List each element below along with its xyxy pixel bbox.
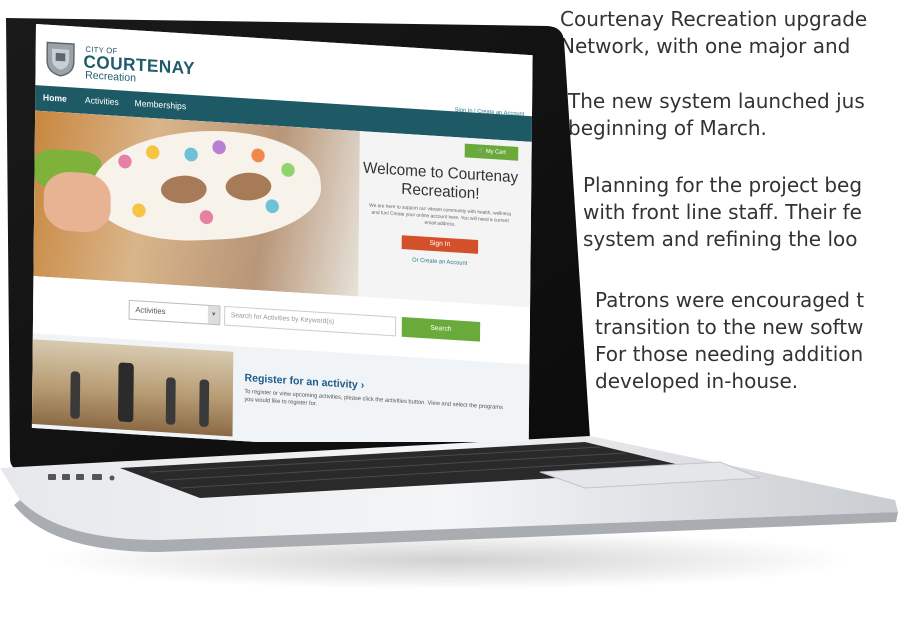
mask-sticker <box>183 147 199 162</box>
photo-hand <box>43 170 111 234</box>
photo-paper-mask <box>87 126 326 245</box>
website: CITY OF COURTENAY Recreation Sign In | C… <box>31 24 533 442</box>
photo-dancer <box>165 377 176 426</box>
category-select-value: Activities <box>135 305 166 316</box>
search-input[interactable]: Search for Activities by Keyword(s) <box>224 305 397 337</box>
photo-dancer <box>117 362 134 423</box>
welcome-title: Welcome to Courtenay Recreation! <box>362 159 519 203</box>
mask-sticker <box>250 148 266 163</box>
create-account-link[interactable]: Or Create an Account <box>359 254 521 270</box>
sign-in-button[interactable]: Sign In <box>401 235 479 254</box>
welcome-body: We are here to support our vibrant commu… <box>369 202 512 228</box>
mask-sticker <box>199 209 214 225</box>
register-description: To register or view upcoming activities,… <box>244 388 503 412</box>
photo-dancer <box>199 379 210 428</box>
nav-activities[interactable]: Activities <box>85 95 119 107</box>
category-select[interactable]: Activities ▾ <box>128 299 221 326</box>
mask-sticker <box>131 203 147 218</box>
hero-banner: 🛒 My Cart Welcome to Courtenay Recreatio… <box>33 110 532 308</box>
mask-sticker <box>211 140 227 155</box>
search-button[interactable]: Search <box>401 317 481 342</box>
welcome-panel: Welcome to Courtenay Recreation! We are … <box>359 159 522 271</box>
nav-memberships[interactable]: Memberships <box>135 98 187 111</box>
mask-sticker <box>280 162 296 178</box>
cart-icon: 🛒 <box>477 148 485 155</box>
mask-sticker <box>264 199 280 214</box>
logo-subtitle: Recreation <box>85 69 137 85</box>
mask-eye-hole <box>224 171 273 202</box>
mask-eye-hole <box>159 174 208 205</box>
cart-label: My Cart <box>485 148 506 157</box>
cart-button[interactable]: 🛒 My Cart <box>464 143 519 161</box>
city-crest-icon <box>46 41 75 77</box>
chevron-down-icon: ▾ <box>207 305 220 325</box>
laptop-mockup: CITY OF COURTENAY Recreation Sign In | C… <box>0 0 898 627</box>
hero-photo <box>33 110 360 297</box>
mask-sticker <box>117 154 133 169</box>
photo-dancer <box>70 371 81 420</box>
mask-sticker <box>145 145 161 160</box>
fitness-class-photo <box>31 339 234 437</box>
nav-home[interactable]: Home <box>43 92 67 103</box>
laptop-screen: CITY OF COURTENAY Recreation Sign In | C… <box>28 22 558 442</box>
